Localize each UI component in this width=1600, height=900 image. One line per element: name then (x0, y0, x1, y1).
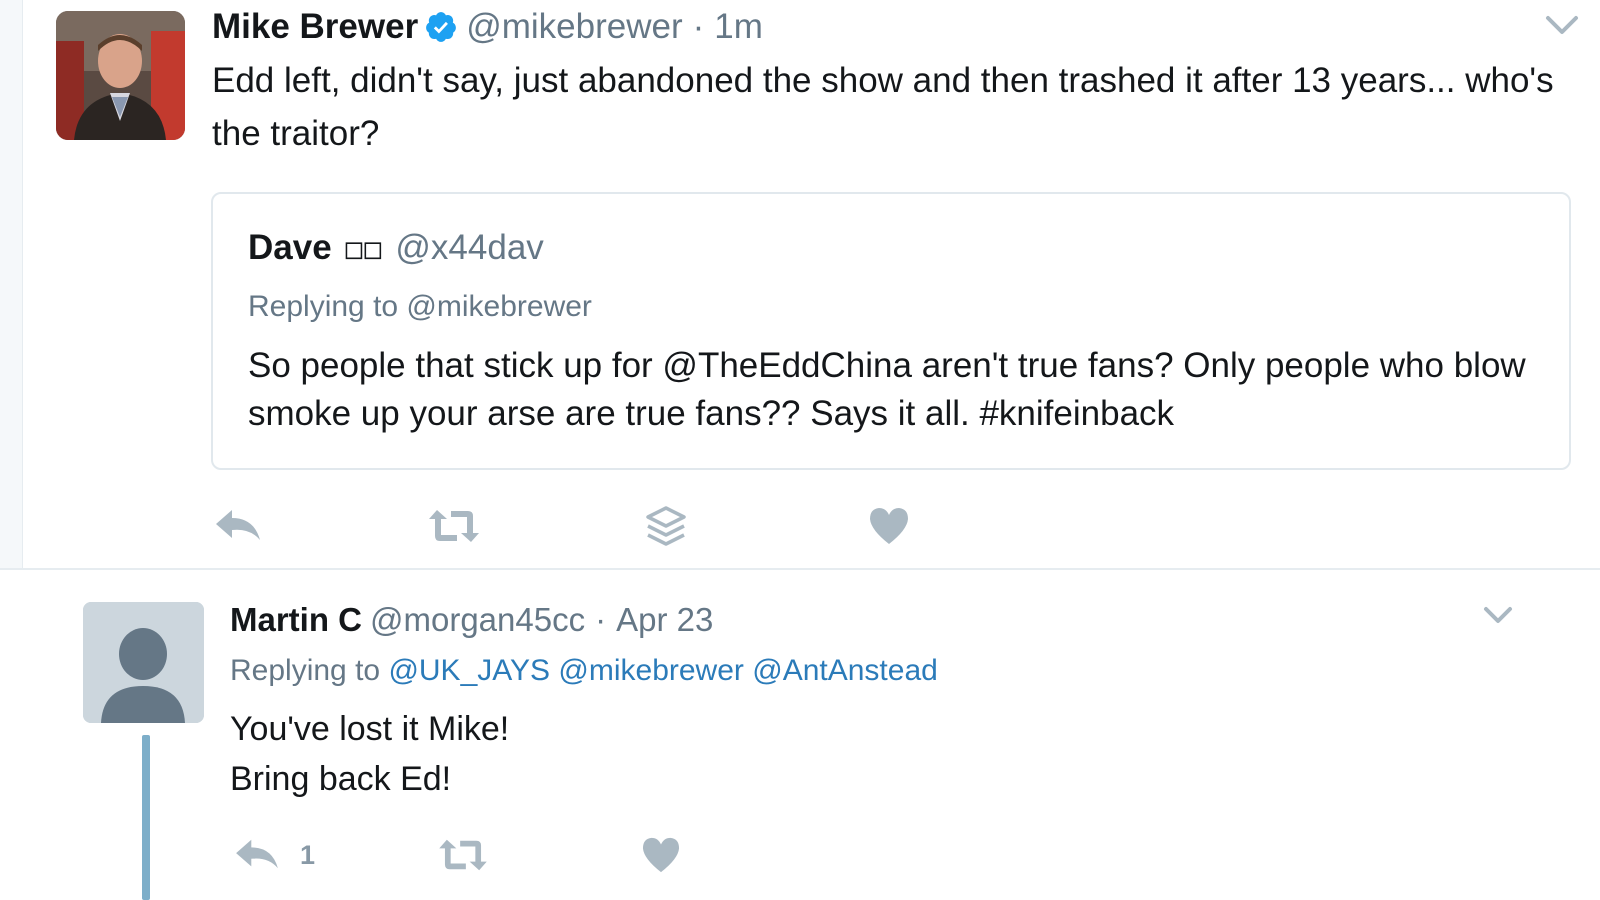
tweet-header: Martin C @morgan45cc · Apr 23 (230, 598, 713, 642)
avatar-photo (56, 11, 185, 140)
verified-badge-icon (424, 10, 458, 44)
avatar-mike-brewer[interactable] (56, 11, 185, 140)
author-handle[interactable]: @mikebrewer (466, 7, 682, 47)
author-name[interactable]: Martin C (230, 601, 362, 639)
reply-button[interactable]: 1 (234, 836, 315, 874)
quoted-author-emoji: □□ (345, 231, 384, 265)
retweet-icon[interactable] (427, 506, 481, 546)
tweet-actions (0, 506, 1600, 552)
quoted-tweet-text: So people that stick up for @TheEddChina… (248, 346, 1526, 433)
author-name[interactable]: Mike Brewer (212, 7, 418, 47)
mention-link[interactable]: @UK_JAYS (388, 654, 550, 687)
separator-dot: · (595, 601, 607, 638)
stack-icon[interactable] (646, 506, 686, 548)
quoted-tweet[interactable]: Dave □□ @x44dav Replying to @mikebrewer … (211, 192, 1571, 470)
heart-icon[interactable] (641, 836, 681, 874)
tweet-header: Mike Brewer @mikebrewer · 1m (212, 4, 763, 50)
tweet-text-line: Bring back Ed! (230, 760, 452, 798)
tweet-text: Edd left, didn't say, just abandoned the… (212, 61, 1554, 153)
quoted-tweet-header: Dave □□ @x44dav (248, 228, 544, 268)
chevron-down-icon[interactable] (1478, 600, 1518, 630)
tweet-date[interactable]: Apr 23 (616, 601, 713, 639)
reply-count: 1 (300, 839, 316, 870)
reply-icon (234, 836, 280, 874)
author-handle[interactable]: @morgan45cc (370, 601, 585, 639)
timeline: Mike Brewer @mikebrewer · 1m Edd left, d… (0, 0, 1600, 900)
reply-icon[interactable] (214, 506, 262, 546)
default-avatar-icon[interactable] (83, 602, 204, 723)
chevron-down-icon[interactable] (1542, 10, 1582, 40)
quoted-replying-to: Replying to @mikebrewer (248, 290, 592, 323)
replying-to-label: Replying to (230, 654, 381, 687)
tweet-timestamp[interactable]: 1m (714, 7, 763, 47)
replying-to: Replying to @UK_JAYS @mikebrewer @AntAns… (230, 654, 938, 688)
retweet-icon[interactable] (437, 836, 489, 874)
tweet-divider (0, 568, 1600, 570)
mention-link[interactable]: @AntAnstead (752, 654, 938, 687)
mention-link[interactable]: @mikebrewer (558, 654, 744, 687)
heart-icon[interactable] (868, 506, 910, 546)
thread-line (142, 735, 150, 900)
left-rail (0, 0, 23, 568)
quoted-author-handle: @x44dav (395, 228, 544, 267)
separator-dot: · (692, 7, 705, 46)
tweet-text-line: You've lost it Mike! (230, 710, 510, 748)
quoted-author-name: Dave (248, 228, 332, 267)
